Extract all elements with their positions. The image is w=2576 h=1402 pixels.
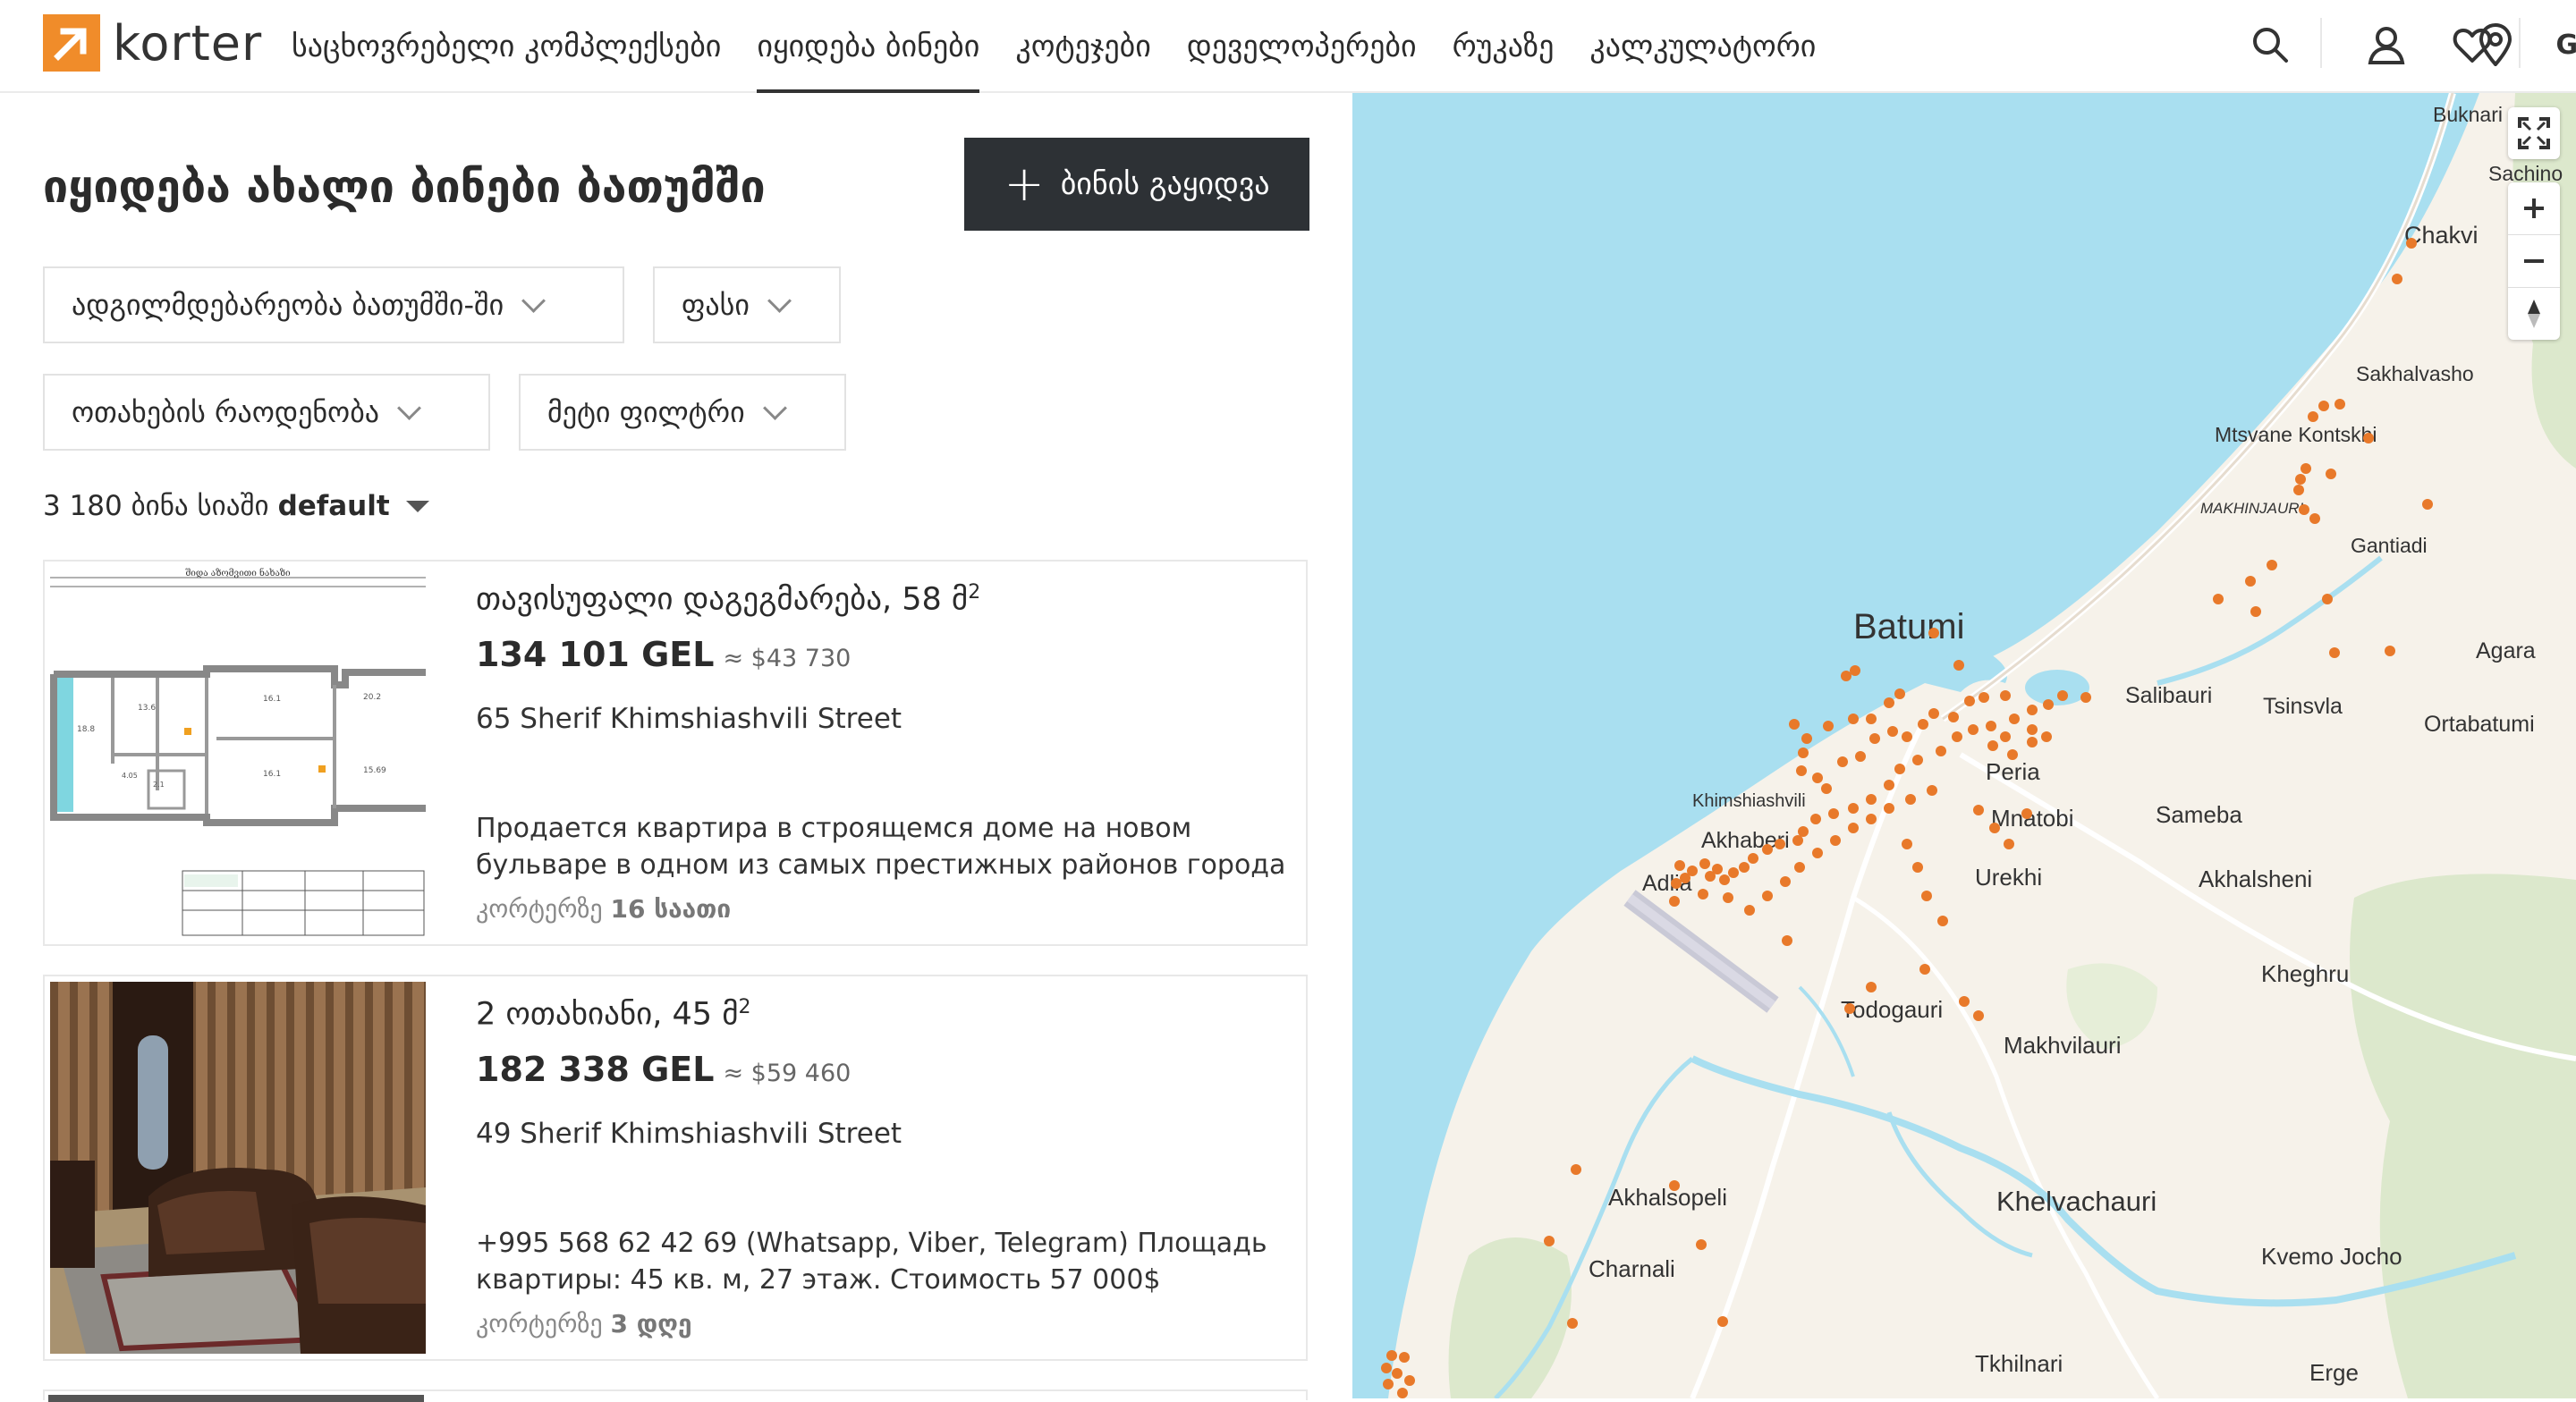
map-label: Buknari (2433, 103, 2503, 126)
listing-address: 65 Sherif Khimshiashvili Street (476, 703, 902, 735)
listing-panel: იყიდება ახალი ბინები ბათუმში + ბინის გაყ… (0, 93, 1352, 1402)
svg-text:2.1: 2.1 (153, 781, 165, 789)
filter-more-label: მეტი ფილტრი (547, 395, 745, 429)
page-title: იყიდება ახალი ბინები ბათუმში (43, 161, 766, 213)
chevron-down-icon (521, 288, 547, 313)
listing-description: Продается квартира в строящемся доме на … (476, 813, 1286, 881)
chevron-down-icon (397, 395, 421, 420)
map-label: Mtsvane Kontskhi (2215, 423, 2377, 446)
map-fullscreen-control (2508, 107, 2560, 159)
filter-more[interactable]: მეტი ფილტრი (519, 374, 846, 451)
svg-text:18.8: 18.8 (77, 725, 95, 734)
chevron-down-icon (767, 288, 792, 313)
results-count-text: 3 180 ბინა სიაში (43, 490, 269, 522)
map-label: Charnali (1589, 1255, 1675, 1282)
filter-price[interactable]: ფასი (653, 266, 841, 343)
user-icon[interactable] (2358, 16, 2415, 73)
map-label: Mnatobi (1991, 805, 2074, 832)
map-label: Urekhi (1975, 864, 2042, 891)
map-label: MAKHINJAURI (2200, 500, 2304, 517)
sell-apartment-label: ბინის გაყიდვა (1060, 166, 1270, 202)
map-label-city: Batumi (1853, 607, 1965, 646)
map-label: Akhalsopeli (1608, 1184, 1727, 1211)
nav-apartments-for-sale[interactable]: იყიდება ბინები (757, 0, 979, 93)
filter-location-label: ადგილმდებარეობა ბათუმში-ში (72, 288, 504, 322)
svg-text:16.1: 16.1 (263, 770, 281, 779)
map-label: Sameba (2156, 801, 2242, 828)
listing-posted: კორტერზე 3 დღე (476, 1309, 692, 1339)
map-label: Kvemo Jocho (2261, 1243, 2402, 1270)
sort-dropdown[interactable]: default (278, 490, 390, 522)
language-switch[interactable]: GE (2544, 16, 2576, 73)
sell-apartment-button[interactable]: + ბინის გაყიდვა (964, 138, 1309, 231)
map-view[interactable]: Buknari Sachino Chakvi Sakhalvasho Mtsva… (1352, 93, 2576, 1398)
map-label: Akhalsheni (2199, 866, 2312, 892)
svg-text:4.05: 4.05 (122, 772, 138, 780)
map-label: Salibauri (2125, 683, 2212, 708)
listing-price: 182 338 GEL ≈ $59 460 (476, 1050, 852, 1089)
plus-icon: + (1004, 156, 1045, 212)
caret-down-icon[interactable] (405, 500, 429, 512)
svg-text:15.69: 15.69 (363, 766, 386, 775)
listing-posted: კორტერზე 16 საათი (476, 894, 732, 924)
main-nav: საცხოვრებელი კომპლექსები იყიდება ბინები … (292, 0, 1852, 93)
fullscreen-icon[interactable] (2508, 107, 2560, 159)
nav-developers[interactable]: დეველოპერები (1187, 0, 1417, 93)
map-canvas[interactable]: Buknari Sachino Chakvi Sakhalvasho Mtsva… (1352, 93, 2576, 1398)
zoom-out-button[interactable] (2508, 235, 2560, 288)
map-label: Ortabatumi (2424, 712, 2535, 737)
header-divider (2320, 18, 2322, 68)
top-header: korter საცხოვრებელი კომპლექსები იყიდება … (0, 0, 2576, 93)
map-label: Makhvilauri (2004, 1032, 2122, 1059)
filter-location[interactable]: ადგილმდებარეობა ბათუმში-ში (43, 266, 624, 343)
listing-photo (50, 982, 426, 1354)
svg-text:16.1: 16.1 (263, 695, 281, 704)
korter-logo[interactable]: korter (43, 14, 262, 72)
floorplan-heading: შიდა აზომვითი ნახაზი (185, 568, 291, 579)
location-pin-icon[interactable] (2467, 16, 2524, 73)
listing-card[interactable]: შიდა აზომვითი ნახაზი 18.8 13.6 16.1 20.2… (43, 560, 1308, 946)
nav-calculator[interactable]: კალკულატორი (1589, 0, 1816, 93)
search-icon[interactable] (2241, 16, 2299, 73)
nav-on-map[interactable]: რუკაზე (1453, 0, 1555, 93)
map-label: Kheghru (2261, 960, 2349, 987)
compass-north-icon[interactable] (2508, 288, 2560, 340)
listing-card[interactable]: 2 ოთახიანი, 45 მ2 182 338 GEL ≈ $59 460 4… (43, 975, 1308, 1361)
listing-address: 49 Sherif Khimshiashvili Street (476, 1118, 902, 1150)
logo-arrow-icon (43, 14, 100, 72)
listing-title: თავისუფალი დაგეგმარება, 58 მ2 (476, 581, 981, 618)
nav-complexes[interactable]: საცხოვრებელი კომპლექსები (292, 0, 721, 93)
map-label: Todogauri (1841, 996, 1943, 1023)
svg-text:20.2: 20.2 (363, 693, 381, 702)
map-label: Peria (1986, 758, 2040, 785)
map-label: Khelvachauri (1996, 1186, 2157, 1217)
listing-price: 134 101 GEL ≈ $43 730 (476, 635, 852, 674)
map-label: Sakhalvasho (2356, 362, 2474, 385)
listing-price-usd: ≈ $43 730 (723, 645, 852, 672)
listing-title: 2 ოთახიანი, 45 მ2 (476, 996, 751, 1033)
map-label: Tkhilnari (1975, 1350, 2063, 1377)
filter-rooms-label: ოთახების რაოდენობა (72, 395, 379, 429)
listing-photo (48, 1395, 424, 1402)
map-label: Erge (2309, 1359, 2359, 1386)
listing-price-usd: ≈ $59 460 (723, 1060, 852, 1087)
zoom-in-button[interactable] (2508, 182, 2560, 235)
map-zoom-control (2508, 182, 2560, 340)
floorplan-image: შიდა აზომვითი ნახაზი 18.8 13.6 16.1 20.2… (50, 567, 426, 939)
map-label: Khimshiashvili (1692, 791, 1806, 811)
svg-text:13.6: 13.6 (138, 704, 156, 713)
results-count: 3 180 ბინა სიაში default (43, 490, 429, 522)
map-label: Tsinsvla (2263, 694, 2343, 719)
chevron-down-icon (762, 395, 787, 420)
nav-cottages[interactable]: კოტეჯები (1015, 0, 1151, 93)
listing-description: +995 568 62 42 69 (Whatsapp, Viber, Tele… (476, 1228, 1267, 1296)
map-label: Agara (2476, 638, 2536, 663)
logo-text: korter (113, 14, 263, 72)
map-label: Gantiadi (2351, 534, 2428, 557)
filter-rooms[interactable]: ოთახების რაოდენობა (43, 374, 490, 451)
listing-card-next[interactable] (43, 1389, 1308, 1402)
filter-price-label: ფასი (682, 288, 750, 322)
